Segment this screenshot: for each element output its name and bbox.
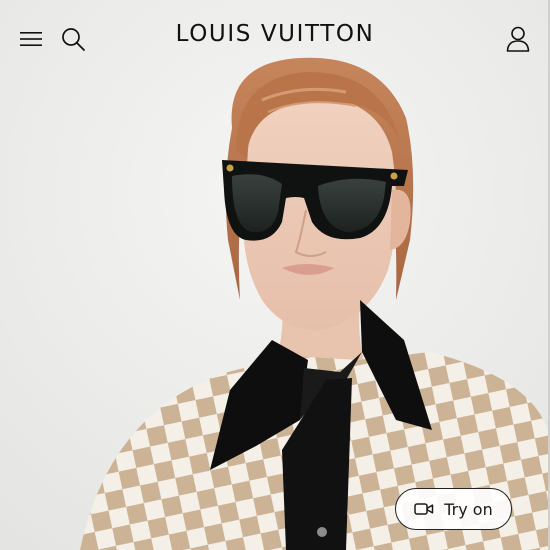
product-hero-image (0, 0, 550, 550)
product-page: LOUIS VUITTON Try on (0, 0, 550, 550)
account-button[interactable] (502, 23, 534, 55)
video-icon (414, 503, 434, 515)
try-on-button[interactable]: Try on (395, 488, 512, 530)
site-header: LOUIS VUITTON (0, 0, 550, 76)
try-on-label: Try on (444, 499, 493, 519)
account-icon (506, 26, 530, 52)
brand-logo[interactable]: LOUIS VUITTON (0, 21, 550, 47)
